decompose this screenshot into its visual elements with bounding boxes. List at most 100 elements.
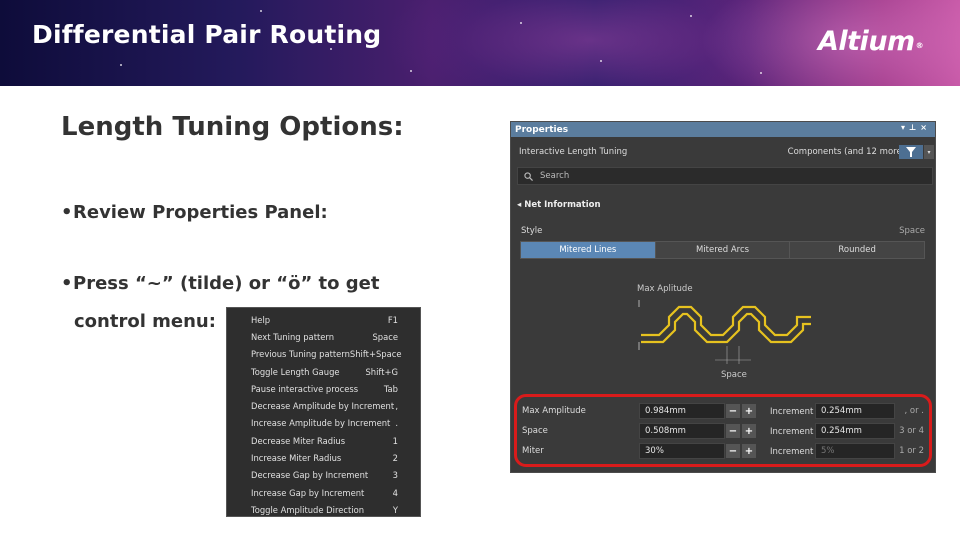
miter-decrease-button[interactable]: − <box>726 444 740 458</box>
filter-button[interactable] <box>899 145 923 159</box>
menu-item[interactable]: Toggle Length Gauge Shift+G <box>227 363 420 380</box>
registered-mark: ® <box>915 41 924 50</box>
shortcut-hint: 1 or 2 <box>899 446 924 456</box>
space-increment-input[interactable]: 0.254mm <box>815 423 895 439</box>
star <box>760 72 762 74</box>
menu-item-shortcut: , <box>395 401 398 412</box>
banner-title: Differential Pair Routing <box>32 20 382 49</box>
bullet-text: Review Properties Panel: <box>73 202 328 223</box>
diagram-max-label: Max Aplitude <box>637 284 693 294</box>
section-net-information[interactable]: ◂ Net Information <box>517 200 601 210</box>
menu-item[interactable]: Decrease Gap by Increment 3 <box>227 467 420 484</box>
filter-icon <box>906 147 916 157</box>
menu-item[interactable]: Decrease Amplitude by Increment, <box>227 397 420 414</box>
space-increase-button[interactable]: + <box>742 424 756 438</box>
space-label: Space <box>899 226 925 236</box>
panel-header: Properties ▾⊥× <box>511 122 935 137</box>
param-row-space: Space 0.508mm − + Increment 0.254mm 3 or… <box>517 422 929 440</box>
max-amplitude-input[interactable]: 0.984mm <box>639 403 725 419</box>
increment-label: Increment <box>770 427 814 437</box>
style-label: Style <box>521 226 543 236</box>
menu-item-label: Pause interactive process <box>251 383 359 394</box>
max-amplitude-decrease-button[interactable]: − <box>726 404 740 418</box>
increment-label: Increment <box>770 447 814 457</box>
bullet-press-tilde: •Press “~” (tilde) or “ö” to get <box>61 273 379 294</box>
diagram-space-label: Space <box>721 370 747 380</box>
menu-item-shortcut: 2 <box>392 453 398 464</box>
filter-summary[interactable]: Components (and 12 more) <box>788 147 905 157</box>
star <box>410 70 412 72</box>
shortcut-hint: , or . <box>904 406 924 416</box>
param-name: Space <box>522 426 548 436</box>
menu-item-label: Toggle Length Gauge <box>251 366 340 377</box>
parameter-highlight-box: Max Amplitude 0.984mm − + Increment 0.25… <box>514 394 932 467</box>
dropdown-icon[interactable]: ▾ <box>901 123 909 132</box>
star <box>260 10 262 12</box>
logo-text: Altium <box>818 26 915 57</box>
menu-item[interactable]: Pause interactive process Tab <box>227 380 420 397</box>
space-decrease-button[interactable]: − <box>726 424 740 438</box>
menu-item-shortcut: . <box>395 418 398 429</box>
miter-input[interactable]: 30% <box>639 443 725 459</box>
increment-label: Increment <box>770 407 814 417</box>
menu-item[interactable]: Next Tuning pattern Space <box>227 328 420 345</box>
menu-item-label: Increase Gap by Increment <box>251 487 365 498</box>
menu-item-shortcut: Y <box>392 504 398 515</box>
search-icon <box>524 171 533 181</box>
menu-item[interactable]: Help F1 <box>227 311 420 328</box>
segment-mitered-arcs[interactable]: Mitered Arcs <box>655 242 791 258</box>
filter-dropdown-button[interactable]: ▾ <box>924 145 934 159</box>
menu-item-label: Previous Tuning pattern <box>251 349 350 360</box>
bullet-continuation: control menu: <box>74 311 216 332</box>
menu-item[interactable]: Toggle Amplitude Direction Y <box>227 501 420 518</box>
param-name: Miter <box>522 446 544 456</box>
menu-item[interactable]: Increase Amplitude by Increment. <box>227 415 420 432</box>
pin-icon[interactable]: ⊥ <box>909 123 920 132</box>
menu-item-label: Increase Miter Radius <box>251 453 342 464</box>
star <box>600 60 602 62</box>
bullet-review-panel: •Review Properties Panel: <box>61 202 328 223</box>
close-icon[interactable]: × <box>920 123 931 132</box>
space-input[interactable]: 0.508mm <box>639 423 725 439</box>
star <box>120 64 122 66</box>
menu-item-shortcut: 1 <box>392 435 398 446</box>
section-label: Net Information <box>524 200 601 210</box>
menu-item-shortcut: Shift+G <box>365 366 398 377</box>
menu-item-shortcut: 4 <box>392 487 398 498</box>
tuning-pattern-diagram: Max Aplitude Space <box>637 284 811 380</box>
param-row-max-amplitude: Max Amplitude 0.984mm − + Increment 0.25… <box>517 402 929 420</box>
shortcut-hint: 3 or 4 <box>899 426 924 436</box>
properties-panel: Properties ▾⊥× Interactive Length Tuning… <box>510 121 936 473</box>
menu-item-shortcut: Tab <box>383 383 398 394</box>
miter-increase-button[interactable]: + <box>742 444 756 458</box>
menu-item-shortcut: 3 <box>392 470 398 481</box>
menu-item[interactable]: Increase Miter Radius 2 <box>227 449 420 466</box>
panel-title: Properties <box>515 124 569 135</box>
bullet-text: Press “~” (tilde) or “ö” to get <box>73 273 380 294</box>
panel-controls: ▾⊥× <box>901 123 931 132</box>
menu-item-shortcut: F1 <box>387 314 398 325</box>
menu-item-shortcut: Space <box>372 331 398 342</box>
bullet-dot: • <box>61 202 73 223</box>
header-banner: Differential Pair Routing Altium® <box>0 0 960 86</box>
trace-top <box>641 305 811 337</box>
mode-row: Interactive Length Tuning Components (an… <box>511 142 935 162</box>
menu-item-label: Next Tuning pattern <box>251 331 335 342</box>
bullet-dot: • <box>61 273 73 294</box>
menu-item-shortcut: Shift+Space <box>349 349 402 360</box>
param-row-miter: Miter 30% − + Increment 5% 1 or 2 <box>517 442 929 460</box>
max-amplitude-increment-input[interactable]: 0.254mm <box>815 403 895 419</box>
altium-logo: Altium® <box>818 26 924 57</box>
segment-rounded[interactable]: Rounded <box>790 242 925 258</box>
menu-item[interactable]: Increase Gap by Increment 4 <box>227 484 420 501</box>
style-segmented-control: Mitered Lines Mitered Arcs Rounded <box>520 241 925 259</box>
miter-increment-input[interactable]: 5% <box>815 443 895 459</box>
segment-mitered-lines[interactable]: Mitered Lines <box>521 242 656 258</box>
menu-item[interactable]: Previous Tuning pattern Shift+Space <box>227 346 420 363</box>
max-amplitude-increase-button[interactable]: + <box>742 404 756 418</box>
star <box>520 22 522 24</box>
search-input[interactable]: Search <box>517 167 933 185</box>
menu-item[interactable]: Decrease Miter Radius 1 <box>227 432 420 449</box>
slide-title: Length Tuning Options: <box>61 112 404 142</box>
menu-item-label: Decrease Miter Radius <box>251 435 346 446</box>
